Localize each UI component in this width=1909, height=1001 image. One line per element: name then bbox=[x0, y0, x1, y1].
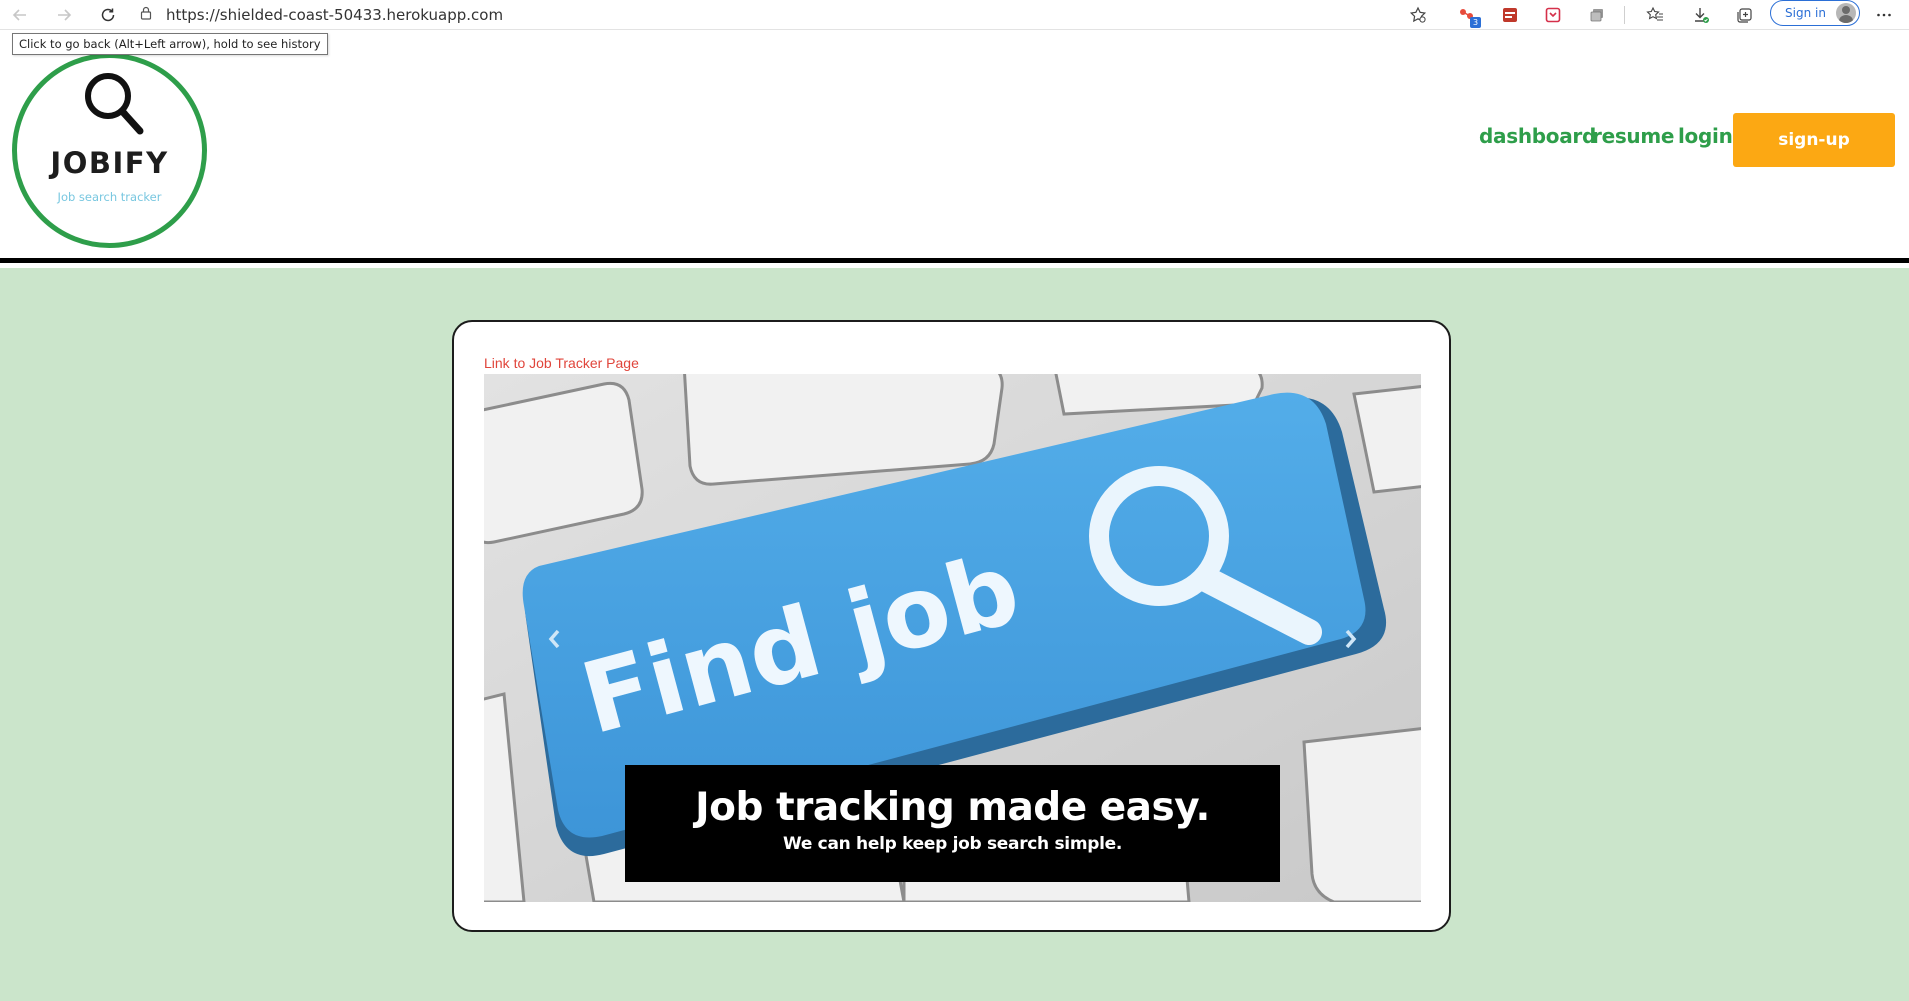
caption-title: Job tracking made easy. bbox=[695, 785, 1210, 830]
main-area: Link to Job Tracker Page Find job Job tr… bbox=[0, 268, 1909, 1001]
magnifier-icon bbox=[85, 73, 144, 135]
carousel-next-control[interactable] bbox=[1331, 614, 1371, 664]
logo-subtitle: Job search tracker bbox=[57, 190, 162, 204]
carousel-prev-control[interactable] bbox=[534, 614, 574, 664]
sign-in-button[interactable]: Sign in bbox=[1770, 0, 1860, 26]
extension-badge: 3 bbox=[1470, 17, 1481, 28]
nav-dashboard-link[interactable]: dashboard bbox=[1479, 124, 1596, 148]
back-icon[interactable] bbox=[8, 3, 32, 27]
lock-icon bbox=[140, 6, 152, 25]
hero-card: Link to Job Tracker Page Find job Job tr… bbox=[452, 320, 1451, 932]
refresh-icon[interactable] bbox=[96, 3, 120, 27]
back-button-tooltip: Click to go back (Alt+Left arrow), hold … bbox=[12, 33, 328, 55]
extension-icon[interactable]: 3 bbox=[1455, 3, 1481, 28]
logo-title: JOBIFY bbox=[50, 146, 169, 180]
chevron-left-icon bbox=[548, 629, 560, 649]
downloads-icon[interactable] bbox=[1689, 3, 1713, 27]
pocket-icon[interactable] bbox=[1541, 3, 1565, 27]
favorites-icon[interactable] bbox=[1643, 3, 1667, 27]
forward-icon[interactable] bbox=[52, 3, 76, 27]
favorite-add-icon[interactable] bbox=[1406, 3, 1430, 27]
nav-resume-link[interactable]: resume bbox=[1592, 124, 1674, 148]
jobify-logo[interactable]: JOBIFY Job search tracker bbox=[12, 53, 207, 248]
tab-actions-icon[interactable] bbox=[1585, 3, 1609, 27]
sign-up-button[interactable]: sign-up bbox=[1733, 113, 1895, 167]
url-text: https://shielded-coast-50433.herokuapp.c… bbox=[166, 6, 504, 24]
carousel-caption: Job tracking made easy. We can help keep… bbox=[625, 765, 1280, 882]
site-header: JOBIFY Job search tracker dashboard resu… bbox=[0, 31, 1909, 263]
carousel: Find job Job tracking made easy. We can … bbox=[484, 374, 1421, 902]
job-tracker-link[interactable]: Link to Job Tracker Page bbox=[484, 355, 639, 371]
caption-subtitle: We can help keep job search simple. bbox=[782, 834, 1123, 854]
chevron-right-icon bbox=[1345, 629, 1357, 649]
address-bar[interactable]: https://shielded-coast-50433.herokuapp.c… bbox=[140, 3, 503, 27]
sign-in-label: Sign in bbox=[1785, 6, 1826, 20]
nav-login-link[interactable]: login bbox=[1678, 124, 1733, 148]
avatar-icon bbox=[1836, 3, 1856, 23]
browser-toolbar: https://shielded-coast-50433.herokuapp.c… bbox=[0, 0, 1909, 30]
pdf-icon[interactable] bbox=[1498, 3, 1522, 27]
toolbar-separator bbox=[1624, 6, 1625, 24]
more-icon[interactable] bbox=[1872, 3, 1896, 27]
collections-icon[interactable] bbox=[1732, 3, 1756, 27]
